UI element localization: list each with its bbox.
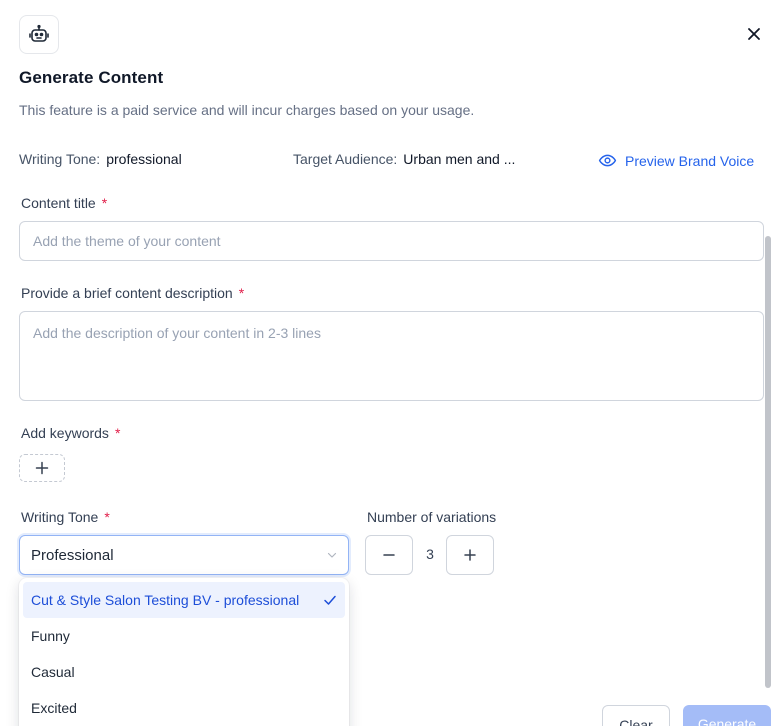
required-marker: *: [101, 195, 108, 211]
dropdown-option[interactable]: Cut & Style Salon Testing BV - professio…: [23, 582, 345, 618]
plus-icon: [464, 549, 476, 561]
writing-tone-summary-label: Writing Tone:: [19, 151, 101, 167]
clear-button[interactable]: Clear: [602, 705, 670, 726]
close-button[interactable]: [742, 22, 766, 46]
chevron-down-icon: [327, 552, 337, 558]
description-placeholder: Add the description of your content in 2…: [33, 325, 321, 341]
plus-icon: [35, 461, 49, 475]
required-marker: *: [114, 425, 121, 441]
writing-tone-dropdown: Cut & Style Salon Testing BV - professio…: [19, 578, 349, 726]
content-title-label-text: Content title: [21, 195, 96, 211]
keywords-label: Add keywords *: [21, 425, 120, 441]
writing-tone-selected-value: Professional: [31, 546, 114, 564]
preview-brand-voice-label: Preview Brand Voice: [625, 152, 755, 169]
decrement-button[interactable]: [365, 535, 413, 575]
variations-label: Number of variations: [367, 509, 497, 525]
generate-button[interactable]: Generate: [683, 705, 771, 726]
description-label: Provide a brief content description *: [21, 285, 244, 301]
writing-tone-summary-value: professional: [106, 151, 182, 167]
robot-icon: [19, 15, 59, 54]
target-audience-value: Urban men and ...: [403, 151, 516, 167]
target-audience-summary: Target Audience: Urban men and ...: [293, 151, 515, 167]
eye-icon: [598, 154, 617, 167]
required-marker: *: [238, 285, 245, 301]
required-marker: *: [104, 509, 110, 525]
writing-tone-summary: Writing Tone: professional: [19, 151, 182, 167]
content-title-input[interactable]: Add the theme of your content: [19, 221, 764, 261]
dropdown-option[interactable]: Funny: [23, 618, 345, 654]
target-audience-label: Target Audience:: [293, 151, 398, 167]
dropdown-option-label: Excited: [31, 700, 77, 716]
description-label-text: Provide a brief content description: [21, 285, 233, 301]
content-title-placeholder: Add the theme of your content: [33, 233, 221, 249]
dropdown-option[interactable]: Excited: [23, 690, 345, 726]
scrollbar[interactable]: [765, 236, 771, 688]
dropdown-option-label: Cut & Style Salon Testing BV - professio…: [31, 592, 300, 608]
description-textarea[interactable]: Add the description of your content in 2…: [19, 311, 764, 401]
check-icon: [324, 595, 336, 605]
dropdown-option-label: Funny: [31, 628, 70, 644]
minus-icon: [383, 554, 395, 556]
dropdown-option-label: Casual: [31, 664, 75, 680]
dialog-subtitle: This feature is a paid service and will …: [19, 102, 475, 118]
writing-tone-label-text: Writing Tone: [21, 509, 99, 525]
dialog-title: Generate Content: [19, 68, 164, 87]
writing-tone-select[interactable]: Professional: [19, 535, 349, 575]
writing-tone-label: Writing Tone *: [21, 509, 110, 525]
preview-brand-voice-link[interactable]: Preview Brand Voice: [598, 151, 754, 170]
increment-button[interactable]: [446, 535, 494, 575]
keywords-label-text: Add keywords: [21, 425, 109, 441]
variations-value: 3: [426, 546, 434, 562]
content-title-label: Content title *: [21, 195, 107, 211]
add-keyword-button[interactable]: [19, 454, 65, 482]
close-icon: [748, 28, 760, 40]
dropdown-option[interactable]: Casual: [23, 654, 345, 690]
